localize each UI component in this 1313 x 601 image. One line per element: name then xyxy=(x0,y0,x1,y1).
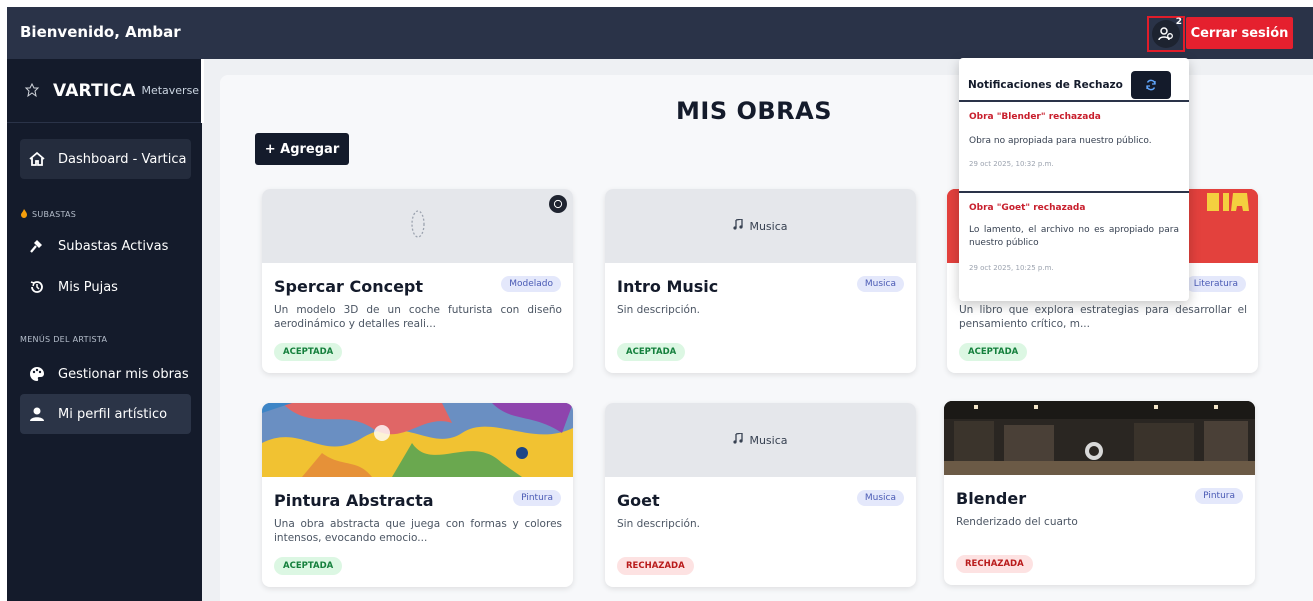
notification-count-badge: 2 xyxy=(1175,17,1182,27)
card-description: Un modelo 3D de un coche futurista con d… xyxy=(274,304,562,330)
sidebar-item-label: Subastas Activas xyxy=(58,238,169,254)
add-artwork-button[interactable]: + Agregar xyxy=(255,133,349,165)
notification-item-message: Obra no apropiada para nuestro público. xyxy=(969,136,1152,146)
category-badge: Literatura xyxy=(1185,276,1246,292)
brand-divider xyxy=(201,59,204,123)
category-badge: Modelado xyxy=(501,276,561,292)
refresh-button[interactable] xyxy=(1131,71,1171,99)
sidebar-item-gestionar-obras[interactable]: Gestionar mis obras xyxy=(20,354,191,394)
card-media xyxy=(262,189,573,263)
media-label-text: Musica xyxy=(749,433,788,447)
sidebar-item-label: Mi perfil artístico xyxy=(58,406,168,422)
top-bar: Bienvenido, Ambar 2 Cerrar sesión xyxy=(7,7,1313,59)
logout-button[interactable]: Cerrar sesión xyxy=(1186,17,1293,49)
notification-item-title: Obra "Blender" rechazada xyxy=(969,112,1101,122)
status-badge: ACEPTADA xyxy=(274,343,343,361)
artwork-card[interactable]: Musica Intro Music Musica Sin descripció… xyxy=(605,189,916,373)
artwork-card[interactable]: Spercar Concept Modelado Un modelo 3D de… xyxy=(262,189,573,373)
category-badge: Pintura xyxy=(1195,488,1243,504)
gavel-icon xyxy=(28,237,46,255)
section-label-subastas: SUBASTAS xyxy=(20,209,76,220)
sidebar-item-label: Gestionar mis obras xyxy=(58,366,189,382)
page-title: MIS OBRAS xyxy=(676,97,832,125)
section-label-artista: MENÚS DEL ARTISTA xyxy=(20,335,107,344)
notification-item-time: 29 oct 2025, 10:25 p.m. xyxy=(969,264,1054,272)
refresh-icon xyxy=(1145,76,1157,95)
music-note-icon xyxy=(733,432,744,447)
room-render-image xyxy=(944,401,1255,475)
notifications-button[interactable]: 2 xyxy=(1147,16,1185,52)
card-title: Spercar Concept xyxy=(274,277,424,296)
welcome-text: Bienvenido, Ambar xyxy=(20,23,181,41)
status-badge: ACEPTADA xyxy=(959,343,1028,361)
card-title: Goet xyxy=(617,491,660,510)
sidebar-item-label: Dashboard - Vartica xyxy=(58,151,187,167)
sidebar: VARTICA Metaverse Dashboard - Vartica SU… xyxy=(7,59,204,601)
status-badge: ACEPTADA xyxy=(617,343,686,361)
history-icon xyxy=(28,278,46,296)
status-badge: ACEPTADA xyxy=(274,557,343,575)
card-description: Un libro que explora estrategias para de… xyxy=(959,304,1247,330)
brand-name: VARTICA xyxy=(53,80,136,101)
music-note-icon xyxy=(733,218,744,233)
artwork-card[interactable]: Pintura Abstracta Pintura Una obra abstr… xyxy=(262,403,573,587)
notification-item-title: Obra "Goet" rechazada xyxy=(969,203,1086,213)
artwork-card[interactable]: Blender Pintura Renderizado del cuarto R… xyxy=(944,401,1255,585)
media-label-text: Musica xyxy=(749,219,788,233)
card-description: Sin descripción. xyxy=(617,518,700,530)
category-badge: Musica xyxy=(856,276,904,292)
sidebar-item-subastas-activas[interactable]: Subastas Activas xyxy=(20,226,191,266)
model-3d-placeholder-icon xyxy=(410,209,426,243)
sidebar-item-perfil-artistico[interactable]: Mi perfil artístico xyxy=(20,394,191,434)
card-media: Musica xyxy=(605,189,916,263)
sidebar-item-dashboard[interactable]: Dashboard - Vartica xyxy=(20,139,191,179)
section-label-text: MENÚS DEL ARTISTA xyxy=(20,335,108,344)
card-description: Sin descripción. xyxy=(617,304,700,316)
card-description: Renderizado del cuarto xyxy=(956,516,1078,528)
brand[interactable]: VARTICA Metaverse xyxy=(7,59,204,123)
status-badge: RECHAZADA xyxy=(617,557,694,575)
divider xyxy=(959,100,1189,102)
brand-logo-icon xyxy=(23,82,41,100)
category-badge: Musica xyxy=(856,490,904,506)
card-title: Pintura Abstracta xyxy=(274,491,434,510)
user-icon xyxy=(28,405,46,423)
sidebar-item-label: Mis Pujas xyxy=(58,279,118,295)
divider xyxy=(959,191,1189,193)
status-badge: RECHAZADA xyxy=(956,555,1033,573)
abstract-painting-image xyxy=(262,403,573,477)
sidebar-item-mis-pujas[interactable]: Mis Pujas xyxy=(20,267,191,307)
notification-item-time: 29 oct 2025, 10:32 p.m. xyxy=(969,160,1054,168)
artwork-card[interactable]: Musica Goet Musica Sin descripción. RECH… xyxy=(605,403,916,587)
card-title: Intro Music xyxy=(617,277,719,296)
notifications-panel: Notificaciones de Rechazo Obra "Blender"… xyxy=(959,58,1189,301)
card-media: Musica xyxy=(605,403,916,477)
section-label-text: SUBASTAS xyxy=(32,210,77,219)
home-icon xyxy=(28,150,46,168)
card-description: Una obra abstracta que juega con formas … xyxy=(274,518,562,544)
palette-icon xyxy=(28,365,46,383)
notifications-title: Notificaciones de Rechazo xyxy=(968,79,1123,91)
media-label: Musica xyxy=(733,218,788,233)
category-badge: Pintura xyxy=(513,490,561,506)
media-label: Musica xyxy=(733,432,788,447)
currency-icon xyxy=(549,195,567,213)
notification-item-message: Lo lamento, el archivo no es apropiado p… xyxy=(969,225,1179,248)
brand-subtitle: Metaverse xyxy=(141,84,200,97)
fire-icon xyxy=(20,209,28,220)
card-title: Blender xyxy=(956,489,1027,508)
